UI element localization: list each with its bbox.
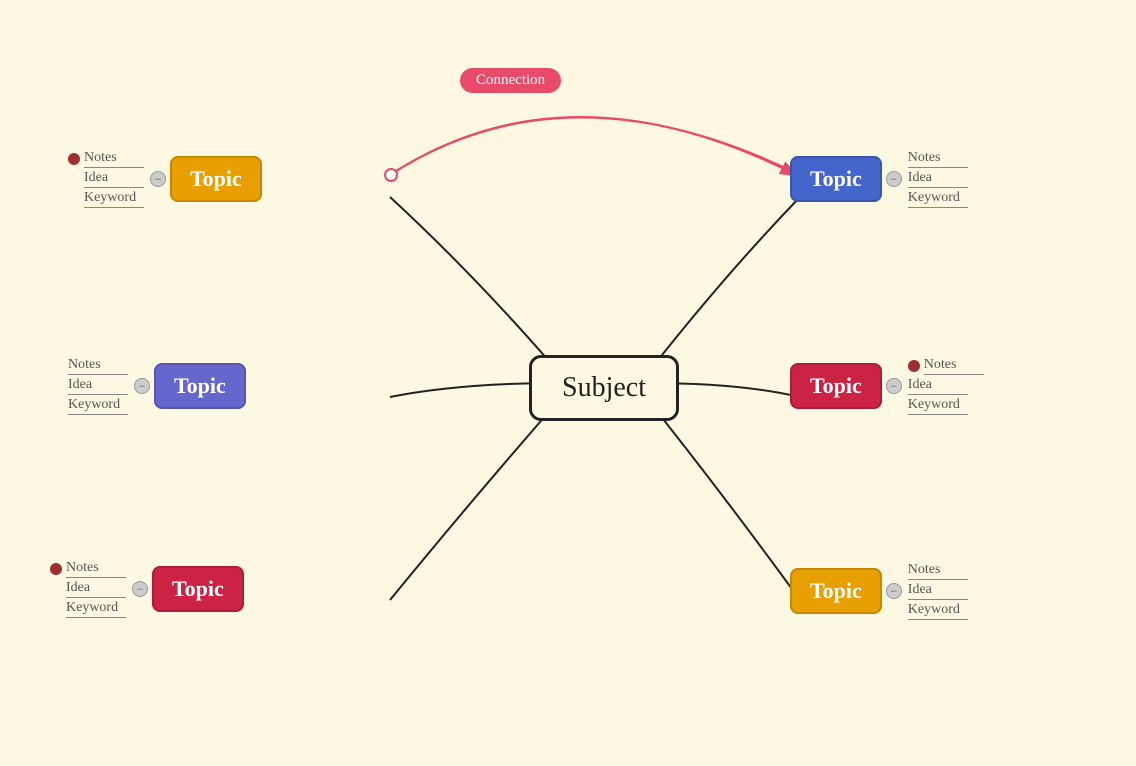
minus-icon[interactable]: − xyxy=(886,378,902,394)
node-right-mid: Topic − Notes Idea Keyword xyxy=(790,357,984,415)
keyword-label: Keyword xyxy=(908,397,968,415)
connection-label: Connection xyxy=(460,68,561,93)
labels-left-top: Notes Idea Keyword xyxy=(68,150,144,208)
topic-box-left-mid[interactable]: Topic xyxy=(154,363,246,409)
node-right-bot: Topic − Notes Idea Keyword xyxy=(790,562,968,620)
idea-label: Idea xyxy=(84,170,144,188)
topic-box-right-mid[interactable]: Topic xyxy=(790,363,882,409)
minus-icon[interactable]: − xyxy=(150,171,166,187)
idea-label: Idea xyxy=(68,377,128,395)
notes-label: Notes xyxy=(908,562,968,580)
dot-icon xyxy=(908,360,920,372)
minus-icon[interactable]: − xyxy=(134,378,150,394)
labels-left-mid: Notes Idea Keyword xyxy=(68,357,128,415)
idea-label: Idea xyxy=(66,580,126,598)
labels-left-bot: Notes Idea Keyword xyxy=(50,560,126,618)
keyword-label: Keyword xyxy=(908,602,968,620)
minus-icon[interactable]: − xyxy=(886,171,902,187)
minus-icon[interactable]: − xyxy=(886,583,902,599)
node-left-mid: Notes Idea Keyword − Topic xyxy=(68,357,246,415)
minus-icon[interactable]: − xyxy=(132,581,148,597)
topic-box-left-top[interactable]: Topic xyxy=(170,156,262,202)
topic-box-right-bot[interactable]: Topic xyxy=(790,568,882,614)
keyword-label: Keyword xyxy=(908,190,968,208)
connection-start-dot xyxy=(384,168,398,182)
labels-right-mid: Notes Idea Keyword xyxy=(908,357,984,415)
notes-label: Notes xyxy=(50,560,126,578)
notes-label: Notes xyxy=(68,150,144,168)
notes-label: Notes xyxy=(908,150,968,168)
topic-box-right-top[interactable]: Topic xyxy=(790,156,882,202)
dot-icon xyxy=(68,153,80,165)
dot-icon xyxy=(50,563,62,575)
notes-label: Notes xyxy=(908,357,984,375)
topic-box-left-bot[interactable]: Topic xyxy=(152,566,244,612)
subject-box[interactable]: Subject xyxy=(529,355,679,421)
node-left-bot: Notes Idea Keyword − Topic xyxy=(50,560,244,618)
notes-label: Notes xyxy=(68,357,128,375)
labels-right-bot: Notes Idea Keyword xyxy=(908,562,968,620)
keyword-label: Keyword xyxy=(84,190,144,208)
node-left-top: Notes Idea Keyword − Topic xyxy=(68,150,262,208)
labels-right-top: Notes Idea Keyword xyxy=(908,150,968,208)
keyword-label: Keyword xyxy=(68,397,128,415)
idea-label: Idea xyxy=(908,170,968,188)
idea-label: Idea xyxy=(908,377,968,395)
idea-label: Idea xyxy=(908,582,968,600)
mind-map: Connection Subject Notes Idea Keyword − … xyxy=(0,0,1136,766)
keyword-label: Keyword xyxy=(66,600,126,618)
node-right-top: Topic − Notes Idea Keyword xyxy=(790,150,968,208)
